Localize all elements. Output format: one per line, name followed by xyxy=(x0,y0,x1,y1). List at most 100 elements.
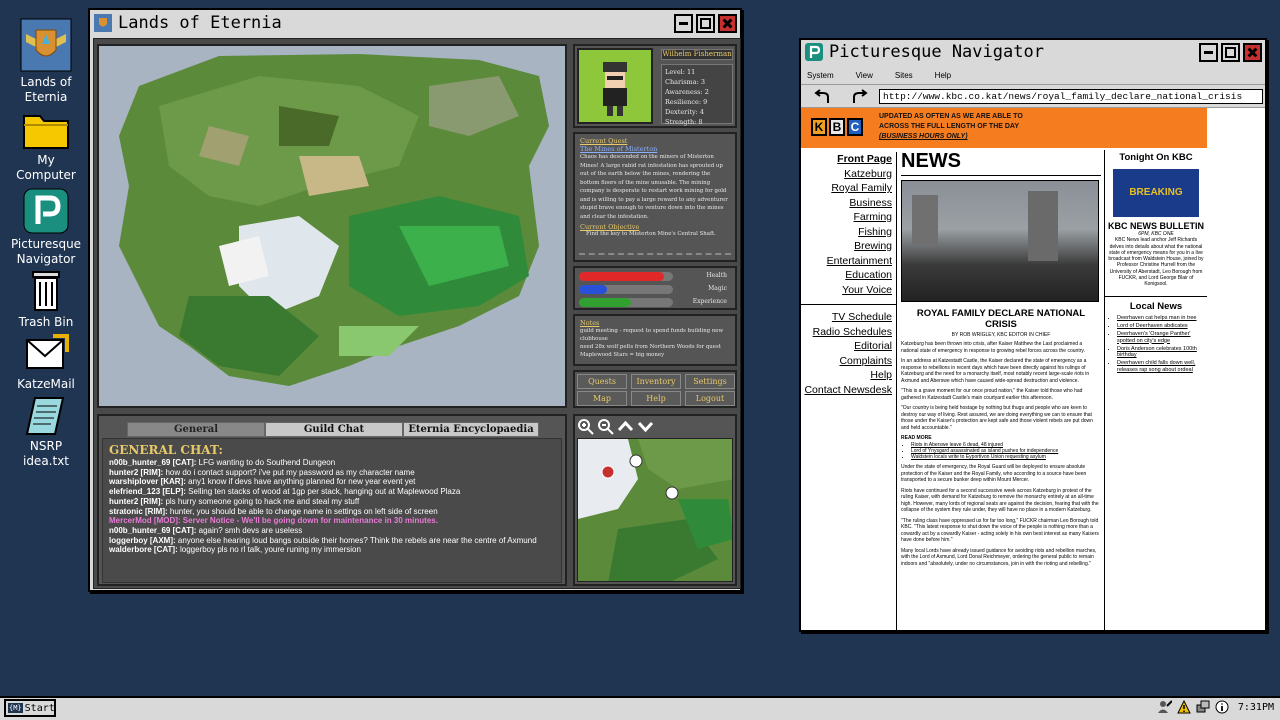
maximize-button[interactable] xyxy=(696,13,715,33)
local-news-link[interactable]: Deerhaven cat helps man in tree xyxy=(1117,315,1207,321)
back-icon[interactable] xyxy=(813,89,831,105)
nav-link[interactable]: Contact Newsdesk xyxy=(801,383,892,398)
nav-link[interactable]: Brewing xyxy=(801,239,892,254)
close-button[interactable] xyxy=(1243,42,1262,62)
logout-button[interactable]: Logout xyxy=(685,391,735,406)
nav-link[interactable]: Help xyxy=(801,368,892,383)
bar-label: Magic xyxy=(708,285,727,292)
tab-encyclopaedia[interactable]: Eternia Encyclopaedia xyxy=(403,422,539,437)
menu-system[interactable]: System xyxy=(807,71,834,80)
chat-message: MercerMod [MOD]: Server Notice - We'll b… xyxy=(109,516,555,526)
chat-user[interactable]: loggerboy [AXM]: xyxy=(109,536,176,545)
chat-message: n00b_hunter_69 [CAT]: LFG wanting to do … xyxy=(109,458,555,468)
address-bar[interactable]: http://www.kbc.co.kat/news/royal_family_… xyxy=(879,89,1263,104)
chat-user[interactable]: hunter2 [RIM]: xyxy=(109,497,163,506)
status-bar-magic: Magic xyxy=(579,285,731,295)
minimize-button[interactable] xyxy=(674,13,693,33)
bar-track xyxy=(579,285,673,294)
chat-user[interactable]: hunter2 [RIM]: xyxy=(109,468,163,477)
zoom-in-icon[interactable] xyxy=(577,418,594,435)
breaking-badge[interactable]: BREAKING xyxy=(1113,169,1199,217)
local-news-link[interactable]: Deerhaven's 'Orange Panther' spotted on … xyxy=(1117,331,1207,344)
nav-link[interactable]: Fishing xyxy=(801,225,892,240)
nav-link[interactable]: Education xyxy=(801,268,892,283)
desktop-icon-trash-bin[interactable]: Trash Bin xyxy=(8,270,84,330)
character-name: Wilhelm Fisherman xyxy=(661,49,733,60)
chat-user[interactable]: walderbore [CAT]: xyxy=(109,545,178,554)
local-news-heading: Local News xyxy=(1129,300,1183,312)
kbc-logo[interactable]: K B C xyxy=(811,118,863,136)
forward-icon[interactable] xyxy=(851,89,869,105)
arrow-down-icon[interactable] xyxy=(637,418,654,435)
warning-icon[interactable] xyxy=(1177,700,1191,714)
toolbar: http://www.kbc.co.kat/news/royal_family_… xyxy=(801,84,1265,108)
minimap[interactable] xyxy=(577,438,733,582)
system-tray: 7:31PM xyxy=(1157,700,1274,714)
chat-user[interactable]: n00b_hunter_69 [CAT]: xyxy=(109,458,196,467)
article: NEWS ROYAL FAMILY DECLARE NATIONAL CRISI… xyxy=(901,150,1101,630)
nav-link[interactable]: Katzeburg xyxy=(801,167,892,182)
network-icon[interactable] xyxy=(1196,700,1210,714)
stat-line: Level: 11 xyxy=(665,68,696,76)
start-button[interactable]: {M} Start xyxy=(4,699,56,717)
chat-text: hunter, you should be able to change nam… xyxy=(169,506,438,516)
desktop-icon-nsrp-idea[interactable]: NSRP idea.txt xyxy=(8,396,84,469)
menu-view[interactable]: View xyxy=(856,71,873,80)
nav-link[interactable]: TV Schedule xyxy=(801,310,892,325)
settings-button[interactable]: Settings xyxy=(685,374,735,389)
arrow-up-icon[interactable] xyxy=(617,418,634,435)
nav-link[interactable]: Royal Family xyxy=(801,181,892,196)
inventory-button[interactable]: Inventory xyxy=(631,374,681,389)
section-title: NEWS xyxy=(901,150,1101,176)
nav-link[interactable]: Editorial Complaints xyxy=(801,339,892,368)
local-news-link[interactable]: Doris Anderson celebrates 100th birthday xyxy=(1117,346,1207,359)
chat-text: any1 know if devs have anything planned … xyxy=(188,477,416,487)
map-button[interactable]: Map xyxy=(577,391,627,406)
nav-link[interactable]: Your Voice xyxy=(801,283,892,298)
nav-link[interactable]: Entertainment xyxy=(801,254,892,269)
nav-link[interactable]: Farming xyxy=(801,210,892,225)
chat-user[interactable]: n00b_hunter_69 [CAT]: xyxy=(109,526,196,535)
local-news-link[interactable]: Lord of Deerhaven abdicates xyxy=(1117,323,1207,329)
eternia-shield-icon xyxy=(20,18,72,72)
chat-user[interactable]: elefriend_123 [ELP]: xyxy=(109,487,186,496)
tab-guild-chat[interactable]: Guild Chat xyxy=(265,422,403,437)
close-button[interactable] xyxy=(718,13,737,33)
start-label: Start xyxy=(24,702,55,714)
right-column: Tonight On KBC BREAKING KBC NEWS BULLETI… xyxy=(1104,150,1207,630)
banner-tagline: UPDATED AS OFTEN AS WE ARE ABLE TO ACROS… xyxy=(879,112,1023,142)
desktop-icon-katzemail[interactable]: KatzeMail xyxy=(8,334,84,392)
world-map[interactable] xyxy=(97,44,567,408)
minimize-button[interactable] xyxy=(1199,42,1218,62)
menu-help[interactable]: Help xyxy=(935,71,951,80)
chat-user[interactable]: MercerMod [MOD]: xyxy=(109,516,181,525)
article-paragraph: "The ruling class have oppressed us for … xyxy=(901,517,1099,544)
nav-link[interactable]: Front Page xyxy=(801,152,892,167)
info-icon[interactable] xyxy=(1215,700,1229,714)
game-titlebar[interactable]: Lands of Eternia xyxy=(90,10,740,36)
article-body: Katzeburg has been thrown into crisis, a… xyxy=(901,341,1101,431)
desktop-icon-lands-of-eternia[interactable]: Lands of Eternia xyxy=(8,18,84,105)
maximize-button[interactable] xyxy=(1221,42,1240,62)
taskbar: {M} Start 7:31PM xyxy=(0,696,1280,720)
mail-icon xyxy=(26,334,69,369)
chat-log[interactable]: GENERAL CHAT: n00b_hunter_69 [CAT]: LFG … xyxy=(102,438,562,583)
zoom-out-icon[interactable] xyxy=(597,418,614,435)
menu-sites[interactable]: Sites xyxy=(895,71,913,80)
chat-user[interactable]: stratonic [RIM]: xyxy=(109,507,168,516)
nav-link[interactable]: Radio Schedules xyxy=(801,325,892,340)
desktop-icon-my-computer[interactable]: My Computer xyxy=(8,110,84,183)
quests-button[interactable]: Quests xyxy=(577,374,627,389)
user-tools-icon[interactable] xyxy=(1157,700,1172,714)
browser-titlebar[interactable]: Picturesque Navigator xyxy=(801,40,1265,64)
left-nav-secondary: TV Schedule Radio Schedules Editorial Comp… xyxy=(801,304,897,630)
menu-buttons-panel: Quests Inventory Settings Map Help Logou… xyxy=(573,370,737,408)
nav-link[interactable]: Business xyxy=(801,196,892,211)
local-news-link[interactable]: Deerhaven child falls down well, release… xyxy=(1117,360,1207,373)
help-button[interactable]: Help xyxy=(631,391,681,406)
chat-user[interactable]: warshiplover [KAR]: xyxy=(109,477,186,486)
tab-general[interactable]: General xyxy=(127,422,265,437)
read-more-link[interactable]: Waldstein locals write to Eyportivon Uni… xyxy=(911,454,1101,460)
desktop-icon-picturesque-navigator[interactable]: Picturesque Navigator xyxy=(8,188,84,267)
navigator-p-icon xyxy=(805,43,823,61)
